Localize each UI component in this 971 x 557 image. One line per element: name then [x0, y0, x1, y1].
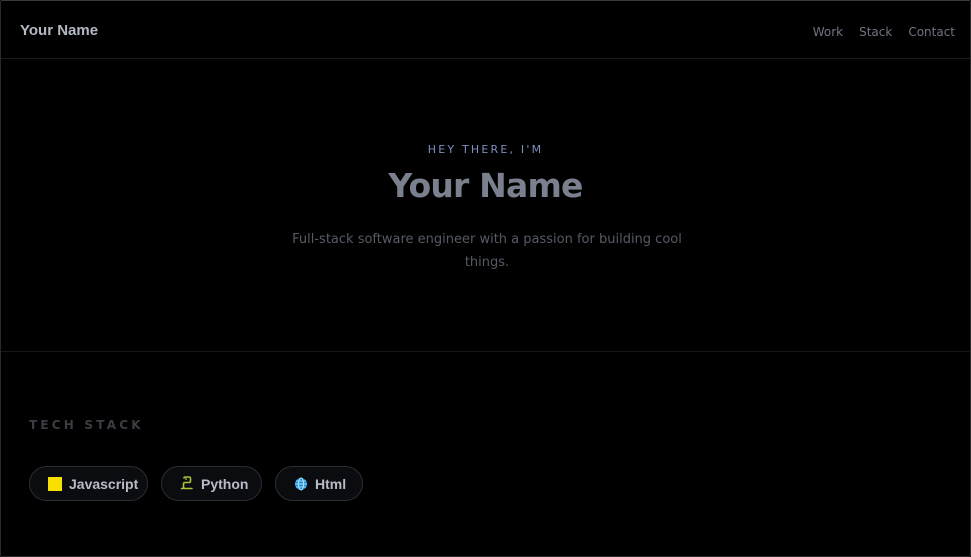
tech-chip-label: Python	[201, 475, 249, 492]
javascript-icon	[48, 476, 62, 491]
python-icon	[180, 476, 194, 491]
tech-chip-label: Html	[315, 475, 347, 492]
hero-section: HEY THERE, I'M Your Name Full-stack soft…	[1, 59, 970, 352]
page-frame: Your Name Work Stack Contact HEY THERE, …	[0, 0, 971, 557]
tech-chip-label: Javascript	[69, 475, 139, 492]
tech-stack-list: Javascript Python Html	[29, 466, 363, 501]
main-nav: Work Stack Contact	[813, 25, 955, 39]
hero-tagline: Full-stack software engineer with a pass…	[292, 232, 682, 270]
nav-link-work[interactable]: Work	[813, 25, 843, 39]
hero-title: Your Name	[388, 166, 583, 205]
tech-chip-html[interactable]: Html	[275, 466, 363, 501]
nav-link-contact[interactable]: Contact	[908, 25, 955, 39]
tech-chip-javascript[interactable]: Javascript	[29, 466, 148, 501]
hero-eyebrow: HEY THERE, I'M	[427, 143, 544, 156]
brand-link[interactable]: Your Name	[20, 22, 98, 39]
tech-stack-heading: TECH STACK	[29, 418, 144, 432]
tech-chip-python[interactable]: Python	[161, 466, 262, 501]
site-header: Your Name Work Stack Contact	[1, 1, 970, 59]
globe-icon	[294, 477, 308, 491]
nav-link-stack[interactable]: Stack	[859, 25, 892, 39]
